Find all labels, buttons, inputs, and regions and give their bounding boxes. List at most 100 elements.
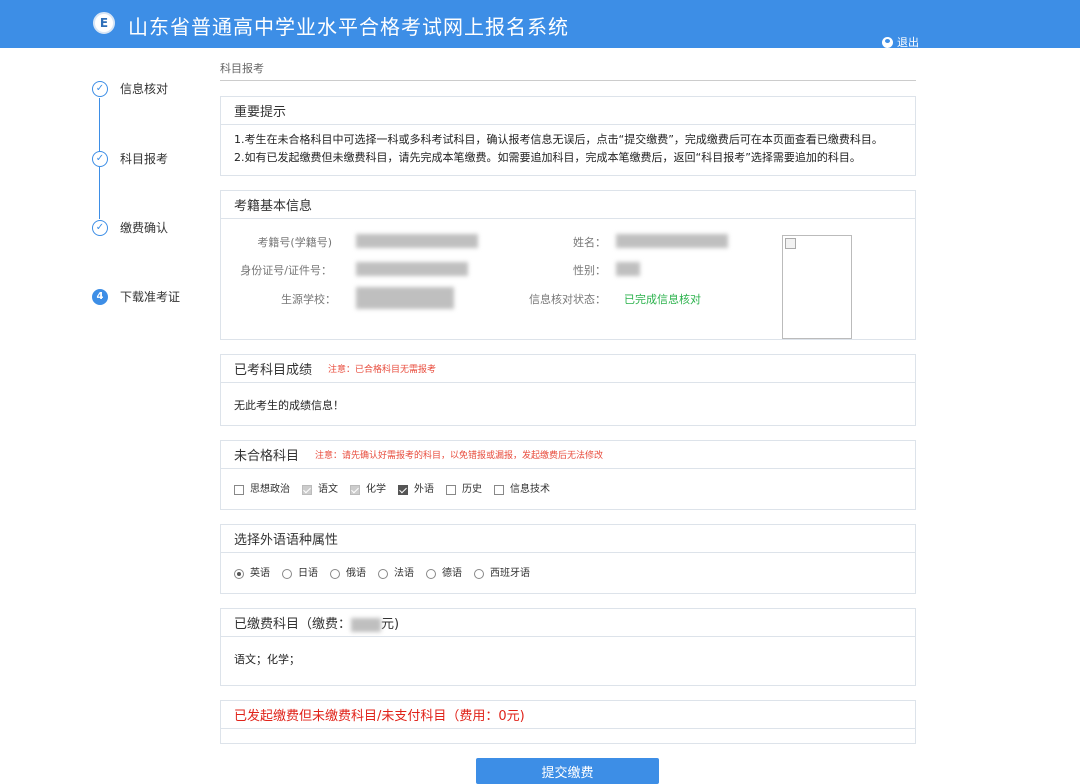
- panel-header: 已考科目成绩 注意：已合格科目无需报考: [221, 355, 915, 383]
- step-subject-register[interactable]: ✓ 科目报考: [92, 150, 168, 167]
- language-options: 英语 日语 俄语 法语 德语 西班牙语: [221, 553, 915, 590]
- notice-body: 1.考生在未合格科目中可选择一科或多科考试科目，确认报考信息无误后，点击“提交缴…: [221, 125, 915, 174]
- panel-header: 已缴费科目（缴费： 元): [221, 609, 915, 637]
- subject-options: 思想政治 语文 化学 外语 历史 信息技术: [221, 469, 915, 506]
- option-label: 日语: [298, 568, 318, 579]
- language-option-japanese[interactable]: 日语: [282, 565, 318, 583]
- panel-title: 已缴费科目（缴费： 元): [234, 613, 399, 632]
- panel-note: 注意：请先确认好需报考的科目，以免错报或漏报，发起缴费后无法修改: [315, 451, 604, 461]
- paid-title-suffix: 元): [381, 617, 400, 632]
- panel-title: 已发起缴费但未缴费科目/未支付科目（费用：0元): [234, 709, 525, 724]
- paid-subjects-panel: 已缴费科目（缴费： 元) 语文；化学；: [220, 608, 916, 686]
- option-label: 外语: [414, 484, 434, 495]
- unpaid-subjects-panel: 已发起缴费但未缴费科目/未支付科目（费用：0元): [220, 700, 916, 744]
- top-header: E 山东省普通高中学业水平合格考试网上报名系统 退出: [0, 0, 1080, 50]
- school-value-redacted: [356, 287, 454, 309]
- subject-option-chinese[interactable]: 语文: [302, 481, 338, 499]
- paid-subjects-list: 语文；化学；: [234, 653, 300, 666]
- panel-header: 重要提示: [221, 97, 915, 125]
- step-info-check[interactable]: ✓ 信息核对: [92, 80, 168, 97]
- failed-subjects-panel: 未合格科目 注意：请先确认好需报考的科目，以免错报或漏报，发起缴费后无法修改 思…: [220, 440, 916, 510]
- step-download-ticket[interactable]: 4 下载准考证: [92, 288, 180, 305]
- submit-payment-button[interactable]: 提交缴费: [476, 758, 659, 784]
- radio[interactable]: [282, 569, 292, 579]
- language-option-french[interactable]: 法语: [378, 565, 414, 583]
- language-option-german[interactable]: 德语: [426, 565, 462, 583]
- language-option-russian[interactable]: 俄语: [330, 565, 366, 583]
- option-label: 语文: [318, 484, 338, 495]
- name-label: 姓名：: [573, 236, 606, 249]
- step-label: 科目报考: [120, 152, 169, 166]
- panel-header: 考籍基本信息: [221, 191, 915, 219]
- reg-no-value-redacted: [356, 234, 478, 248]
- panel-title: 未合格科目: [234, 449, 300, 464]
- notice-line: 2.如有已发起缴费但未缴费科目，请先完成本笔缴费。如需要追加科目，完成本笔缴费后…: [234, 151, 861, 164]
- language-radio-group: 英语 日语 俄语 法语 德语 西班牙语: [234, 565, 902, 583]
- radio[interactable]: [474, 569, 484, 579]
- subject-option-politics[interactable]: 思想政治: [234, 481, 290, 499]
- subject-checkbox-group: 思想政治 语文 化学 外语 历史 信息技术: [234, 481, 902, 499]
- broken-image-icon: [785, 238, 796, 249]
- logout-button[interactable]: 退出: [882, 34, 919, 50]
- panel-title: 已考科目成绩: [234, 363, 313, 378]
- status-label: 信息核对状态：: [529, 293, 606, 306]
- id-no-value-redacted: [356, 262, 468, 276]
- subject-option-history[interactable]: 历史: [446, 481, 482, 499]
- checkbox[interactable]: [398, 485, 408, 495]
- school-label: 生源学校：: [281, 293, 336, 306]
- subject-option-foreign-language[interactable]: 外语: [398, 481, 434, 499]
- notice-panel: 重要提示 1.考生在未合格科目中可选择一科或多科考试科目，确认报考信息无误后，点…: [220, 96, 916, 176]
- radio[interactable]: [234, 569, 244, 579]
- notice-line: 1.考生在未合格科目中可选择一科或多科考试科目，确认报考信息无误后，点击“提交缴…: [234, 133, 883, 146]
- paid-amount-redacted: [351, 617, 382, 632]
- subject-option-chemistry[interactable]: 化学: [350, 481, 386, 499]
- checkbox[interactable]: [302, 485, 312, 495]
- id-no-label: 身份证号/证件号：: [240, 264, 332, 277]
- scores-panel: 已考科目成绩 注意：已合格科目无需报考 无此考生的成绩信息！: [220, 354, 916, 426]
- step-label: 信息核对: [120, 82, 169, 96]
- radio[interactable]: [426, 569, 436, 579]
- breadcrumb-divider: [220, 80, 916, 81]
- status-value: 已完成信息核对: [624, 293, 701, 306]
- language-panel: 选择外语语种属性 英语 日语 俄语 法语 德语 西班牙语: [220, 524, 916, 594]
- step-connector: [99, 98, 100, 152]
- step-connector: [99, 167, 100, 219]
- subject-option-it[interactable]: 信息技术: [494, 481, 550, 499]
- panel-title: 考籍基本信息: [234, 199, 313, 214]
- panel-title: 重要提示: [234, 105, 287, 120]
- gender-value-redacted: [616, 262, 640, 276]
- check-icon: ✓: [92, 80, 108, 97]
- step-number-badge: 4: [92, 288, 108, 305]
- checkbox[interactable]: [446, 485, 456, 495]
- breadcrumb: 科目报考: [220, 62, 264, 75]
- gender-label: 性别：: [573, 264, 606, 277]
- panel-header: 已发起缴费但未缴费科目/未支付科目（费用：0元): [221, 701, 915, 729]
- option-label: 英语: [250, 568, 270, 579]
- radio[interactable]: [378, 569, 388, 579]
- step-label: 缴费确认: [120, 221, 169, 235]
- system-logo-icon: E: [93, 12, 115, 34]
- option-label: 俄语: [346, 568, 366, 579]
- student-photo: [782, 235, 852, 339]
- language-option-spanish[interactable]: 西班牙语: [474, 565, 530, 583]
- option-label: 思想政治: [250, 484, 290, 495]
- panel-note: 注意：已合格科目无需报考: [328, 365, 437, 375]
- radio[interactable]: [330, 569, 340, 579]
- language-option-english[interactable]: 英语: [234, 565, 270, 583]
- option-label: 信息技术: [510, 484, 550, 495]
- reg-no-label: 考籍号(学籍号): [257, 236, 332, 249]
- step-payment-confirm[interactable]: ✓ 缴费确认: [92, 219, 168, 236]
- scores-empty-text: 无此考生的成绩信息！: [234, 399, 344, 412]
- checkbox[interactable]: [494, 485, 504, 495]
- site-title: 山东省普通高中学业水平合格考试网上报名系统: [128, 15, 569, 39]
- check-icon: ✓: [92, 219, 108, 236]
- checkbox[interactable]: [350, 485, 360, 495]
- paid-title-prefix: 已缴费科目（缴费：: [234, 617, 352, 632]
- checkbox[interactable]: [234, 485, 244, 495]
- logout-label: 退出: [897, 36, 919, 49]
- panel-header: 选择外语语种属性: [221, 525, 915, 553]
- name-value-redacted: [616, 234, 728, 248]
- step-label: 下载准考证: [120, 290, 181, 304]
- option-label: 法语: [394, 568, 414, 579]
- panel-title: 选择外语语种属性: [234, 533, 339, 548]
